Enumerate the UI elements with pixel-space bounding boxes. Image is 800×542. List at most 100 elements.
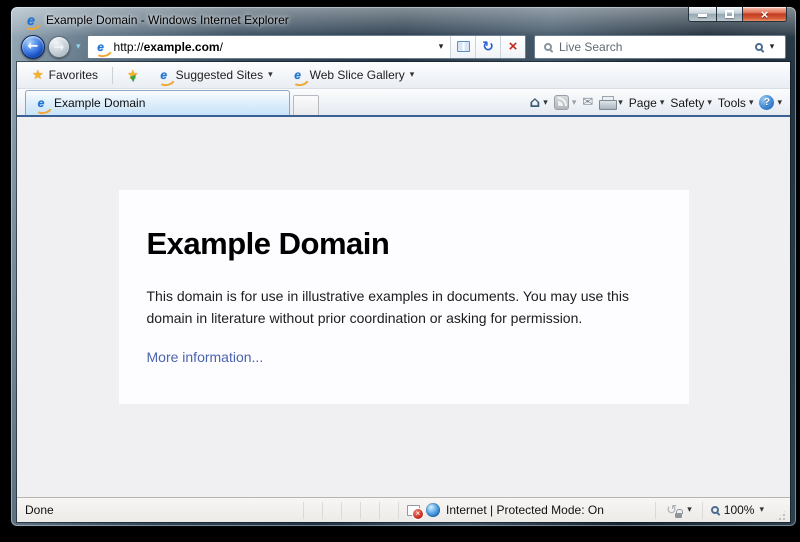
add-favorite-icon: ★ xyxy=(127,68,139,83)
window-controls: × xyxy=(688,7,787,22)
favorites-item-label: Suggested Sites xyxy=(176,68,263,82)
chevron-down-icon: ▾ xyxy=(749,98,754,108)
maximize-button[interactable] xyxy=(716,7,743,22)
back-button[interactable]: ← xyxy=(21,35,45,59)
favorites-star-icon: ★ xyxy=(32,68,44,83)
read-mail-button[interactable]: ✉ xyxy=(582,96,593,109)
search-box[interactable]: ▾ xyxy=(534,35,786,59)
favorites-item-label: Web Slice Gallery xyxy=(310,68,405,82)
favorites-label: Favorites xyxy=(49,68,98,82)
chevron-down-icon: ▾ xyxy=(770,42,775,52)
compatibility-view-button[interactable] xyxy=(450,36,475,58)
stop-icon: × xyxy=(509,38,518,55)
tab-bar: e Example Domain ⌂ ▾ ▾ ✉ xyxy=(17,89,790,117)
chevron-down-icon: ▾ xyxy=(76,42,81,52)
search-options-dropdown[interactable]: ▾ xyxy=(763,36,781,58)
favorites-bar: ★ Favorites ★ e Suggested Sites ▾ e Web … xyxy=(17,62,790,89)
home-icon: ⌂ xyxy=(530,95,541,110)
zone-text: Internet | Protected Mode: On xyxy=(446,503,604,517)
chevron-down-icon: ▾ xyxy=(759,505,764,515)
chevron-down-icon: ▾ xyxy=(618,98,623,108)
address-bar[interactable]: e http://example.com/ ▾ ↻ × xyxy=(87,35,526,59)
security-zone-indicator[interactable]: Internet | Protected Mode: On xyxy=(398,502,614,519)
chevron-down-icon: ▾ xyxy=(268,70,273,80)
desktop-background: e Example Domain - Windows Internet Expl… xyxy=(0,0,800,542)
zoom-magnifier-icon xyxy=(711,506,719,514)
safety-menu-button[interactable]: Safety ▾ xyxy=(670,96,712,110)
mail-icon: ✉ xyxy=(582,96,593,109)
ie-favicon: e xyxy=(157,69,171,82)
resize-grip[interactable] xyxy=(774,509,787,522)
help-icon: ? xyxy=(759,95,774,110)
lock-icon xyxy=(675,513,682,518)
favorites-item-suggested-sites[interactable]: e Suggested Sites ▾ xyxy=(150,66,280,84)
rss-feed-icon xyxy=(554,95,569,110)
forward-icon: → xyxy=(54,41,64,53)
inprivate-filter-button[interactable]: ↺ ▾ xyxy=(655,502,702,519)
status-segment xyxy=(303,502,322,519)
minimize-icon xyxy=(698,14,707,17)
tools-menu-button[interactable]: Tools ▾ xyxy=(718,96,754,110)
recent-pages-dropdown[interactable]: ▾ xyxy=(73,42,84,52)
chevron-down-icon: ▾ xyxy=(410,70,415,80)
add-to-favorites-bar-button[interactable]: ★ xyxy=(120,66,146,85)
stop-button[interactable]: × xyxy=(500,36,525,58)
print-button[interactable]: ▾ xyxy=(599,96,623,109)
tab-favicon: e xyxy=(34,97,48,110)
status-bar: Done Internet | Protected Mode: On ↺ ▾ xyxy=(17,497,790,522)
favorites-button[interactable]: ★ Favorites xyxy=(25,66,105,85)
search-icon xyxy=(544,43,552,51)
browser-window: e Example Domain - Windows Internet Expl… xyxy=(10,6,797,527)
search-input[interactable] xyxy=(559,40,755,54)
privacy-filter-icon: ↺ xyxy=(666,503,683,518)
page-paragraph: This domain is for use in illustrative e… xyxy=(147,286,661,329)
status-text: Done xyxy=(25,503,303,517)
page-heading: Example Domain xyxy=(147,226,661,262)
chevron-down-icon: ▾ xyxy=(660,98,665,108)
printer-icon xyxy=(599,96,615,109)
help-button[interactable]: ? ▾ xyxy=(759,95,782,110)
forward-button[interactable]: → xyxy=(48,36,70,58)
page-favicon: e xyxy=(94,40,108,53)
chevron-down-icon: ▾ xyxy=(707,98,712,108)
zoom-control[interactable]: 100% ▾ xyxy=(702,502,772,519)
status-segment xyxy=(360,502,379,519)
client-area: ★ Favorites ★ e Suggested Sites ▾ e Web … xyxy=(17,62,790,522)
zoom-level: 100% xyxy=(724,503,755,517)
ie-logo-icon: e xyxy=(23,13,39,28)
new-tab-button[interactable] xyxy=(293,95,319,115)
url-text: http://example.com/ xyxy=(114,40,432,54)
search-go-icon[interactable] xyxy=(755,43,763,51)
internet-zone-globe-icon xyxy=(426,503,440,517)
chevron-down-icon: ▾ xyxy=(687,505,692,515)
chevron-down-icon: ▾ xyxy=(543,98,548,108)
status-segment xyxy=(322,502,341,519)
page-viewport: Example Domain This domain is for use in… xyxy=(17,117,790,497)
feeds-button[interactable]: ▾ xyxy=(554,95,577,110)
close-button[interactable]: × xyxy=(742,7,787,22)
title-bar[interactable]: e Example Domain - Windows Internet Expl… xyxy=(11,7,796,33)
back-icon: ← xyxy=(28,40,39,53)
page-menu-button[interactable]: Page ▾ xyxy=(629,96,665,110)
favorites-item-web-slice-gallery[interactable]: e Web Slice Gallery ▾ xyxy=(284,66,422,84)
tab-example-domain[interactable]: e Example Domain xyxy=(25,90,290,115)
minimize-button[interactable] xyxy=(688,7,717,22)
ie-favicon: e xyxy=(291,69,305,82)
maximize-icon xyxy=(725,10,734,18)
command-bar: ⌂ ▾ ▾ ✉ ▾ Page xyxy=(530,95,782,115)
blocked-content-icon xyxy=(407,505,420,516)
chevron-down-icon: ▾ xyxy=(439,42,444,52)
home-button[interactable]: ⌂ ▾ xyxy=(530,95,548,110)
compatibility-view-icon xyxy=(457,41,470,52)
page-menu-label: Page xyxy=(629,96,657,110)
close-icon: × xyxy=(761,8,769,21)
status-segment xyxy=(379,502,398,519)
address-dropdown-button[interactable]: ▾ xyxy=(432,36,450,58)
divider xyxy=(112,67,113,84)
navigation-bar: ← → ▾ e http://example.com/ ▾ ↻ × ▾ xyxy=(11,33,796,62)
chevron-down-icon: ▾ xyxy=(777,98,782,108)
refresh-button[interactable]: ↻ xyxy=(475,36,500,58)
refresh-icon: ↻ xyxy=(482,40,494,54)
status-segment xyxy=(341,502,360,519)
more-information-link[interactable]: More information... xyxy=(147,349,264,365)
